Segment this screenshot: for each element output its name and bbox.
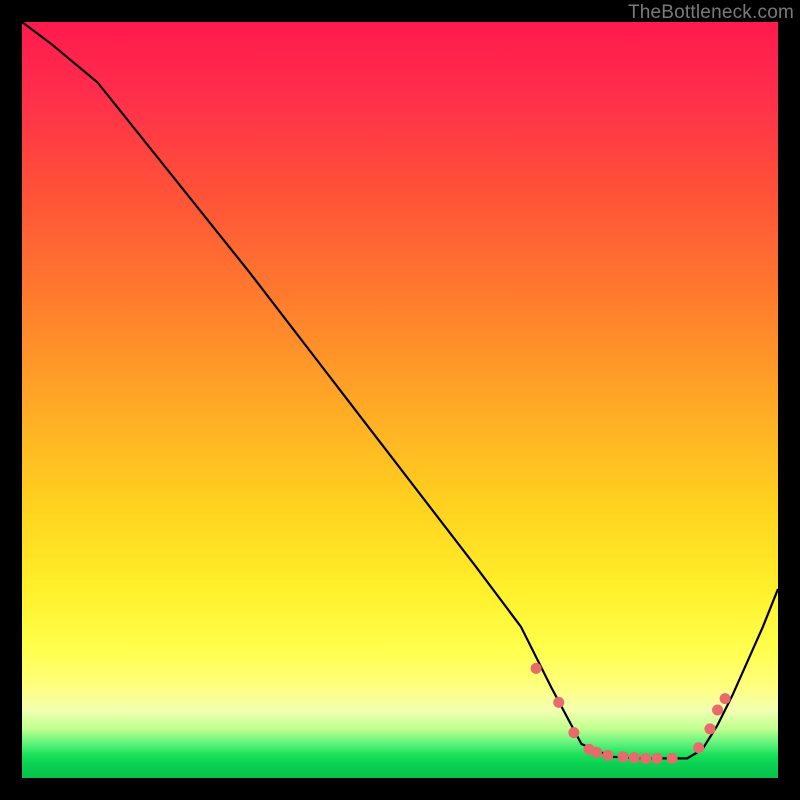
- curve-markers: [531, 663, 731, 764]
- data-point-marker: [602, 750, 613, 761]
- data-point-marker: [652, 753, 663, 764]
- bottleneck-curve: [22, 22, 778, 778]
- watermark-text: TheBottleneck.com: [628, 2, 794, 24]
- data-point-marker: [693, 742, 704, 753]
- data-point-marker: [704, 723, 715, 734]
- data-point-marker: [531, 663, 542, 674]
- data-point-marker: [712, 704, 723, 715]
- data-point-marker: [720, 693, 731, 704]
- data-point-marker: [618, 751, 629, 762]
- data-point-marker: [640, 753, 651, 764]
- data-point-marker: [591, 747, 602, 758]
- data-point-marker: [667, 753, 678, 764]
- data-point-marker: [553, 697, 564, 708]
- data-point-marker: [629, 752, 640, 763]
- curve-line: [22, 22, 778, 758]
- data-point-marker: [568, 727, 579, 738]
- chart-frame: TheBottleneck.com: [0, 0, 800, 800]
